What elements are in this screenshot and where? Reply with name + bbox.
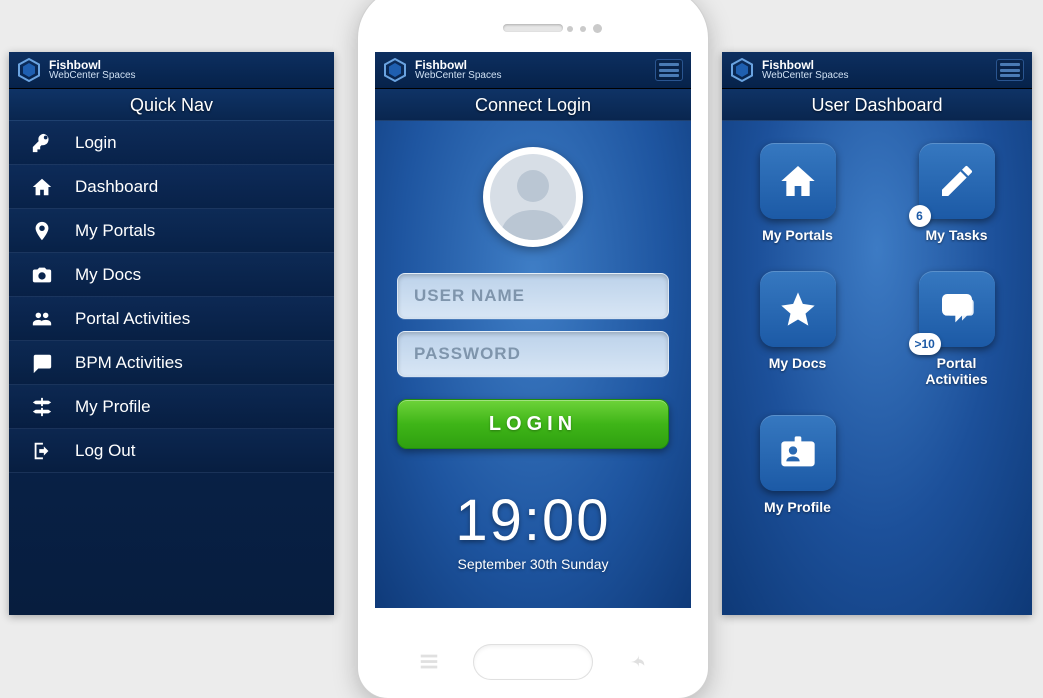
dash-tile-my-portals[interactable]: My Portals — [760, 143, 836, 243]
app-logo-icon — [383, 58, 407, 82]
comment-icon — [27, 352, 57, 374]
tile-label: My Profile — [764, 499, 831, 515]
home-icon — [27, 176, 57, 198]
phone-sensor-icon — [567, 26, 573, 32]
dash-tile-portal-activities[interactable]: >10Portal Activities — [907, 271, 1007, 387]
quick-nav-header: Quick Nav — [9, 89, 334, 121]
logout-icon — [27, 440, 57, 462]
tile — [760, 415, 836, 491]
badge: 6 — [909, 205, 931, 227]
nav-item-log-out[interactable]: Log Out — [9, 429, 334, 473]
appbar: Fishbowl WebCenter Spaces — [375, 52, 691, 89]
password-input[interactable] — [397, 331, 669, 377]
dashboard-panel: Fishbowl WebCenter Spaces User Dashboard… — [722, 52, 1032, 615]
tile-label: My Portals — [762, 227, 833, 243]
phone-camera-icon — [593, 24, 602, 33]
star-icon — [778, 289, 818, 329]
clock-time: 19:00 — [455, 487, 610, 554]
quick-nav-panel: Fishbowl WebCenter Spaces Quick Nav Logi… — [9, 52, 334, 615]
dash-tile-my-tasks[interactable]: 6 My Tasks — [919, 143, 995, 243]
quick-nav-list: Login Dashboard My Portals My Docs Portal Ac… — [9, 121, 334, 473]
nav-item-my-portals[interactable]: My Portals — [9, 209, 334, 253]
nav-item-label: My Profile — [75, 397, 151, 417]
nav-item-label: My Docs — [75, 265, 141, 285]
phone-menu-icon — [418, 651, 440, 673]
dash-tile-my-docs[interactable]: My Docs — [760, 271, 836, 387]
nav-item-bpm-activities[interactable]: BPM Activities — [9, 341, 334, 385]
badge: >10 — [909, 333, 941, 355]
app-subtitle: WebCenter Spaces — [415, 71, 502, 81]
app-logo-icon — [730, 58, 754, 82]
username-input[interactable] — [397, 273, 669, 319]
nav-item-login[interactable]: Login — [9, 121, 334, 165]
camera-icon — [27, 264, 57, 286]
menu-button[interactable] — [996, 59, 1024, 81]
nav-item-my-profile[interactable]: My Profile — [9, 385, 334, 429]
tile-label: Portal Activities — [907, 355, 1007, 387]
nav-item-label: Portal Activities — [75, 309, 190, 329]
app-logo-icon — [17, 58, 41, 82]
nav-item-label: My Portals — [75, 221, 155, 241]
pin-icon — [27, 220, 57, 242]
app-subtitle: WebCenter Spaces — [762, 71, 849, 81]
person-icon — [490, 154, 576, 240]
login-panel: Fishbowl WebCenter Spaces Connect Login … — [375, 52, 691, 608]
appbar: Fishbowl WebCenter Spaces — [9, 52, 334, 89]
chat-icon — [937, 289, 977, 329]
signpost-icon — [27, 396, 57, 418]
nav-item-portal-activities[interactable]: Portal Activities — [9, 297, 334, 341]
nav-item-label: Dashboard — [75, 177, 158, 197]
tile-label: My Docs — [769, 355, 827, 371]
tile-label: My Tasks — [926, 227, 988, 243]
tile — [760, 143, 836, 219]
phone-mockup: Fishbowl WebCenter Spaces Connect Login … — [358, 0, 708, 698]
group-icon — [27, 308, 57, 330]
avatar — [483, 147, 583, 247]
login-button[interactable]: LOGIN — [397, 399, 669, 449]
key-icon — [27, 132, 57, 154]
login-header: Connect Login — [375, 89, 691, 121]
home-icon — [778, 161, 818, 201]
phone-back-icon — [626, 651, 648, 673]
nav-item-label: Log Out — [75, 441, 136, 461]
menu-button[interactable] — [655, 59, 683, 81]
idcard-icon — [778, 433, 818, 473]
tile: 6 — [919, 143, 995, 219]
phone-speaker-icon — [503, 24, 563, 32]
nav-item-label: Login — [75, 133, 117, 153]
clock: 19:00 September 30th Sunday — [455, 487, 610, 572]
pencil-icon — [937, 161, 977, 201]
tile: >10 — [919, 271, 995, 347]
clock-date: September 30th Sunday — [455, 556, 610, 572]
dashboard-header: User Dashboard — [722, 89, 1032, 121]
nav-item-my-docs[interactable]: My Docs — [9, 253, 334, 297]
nav-item-dashboard[interactable]: Dashboard — [9, 165, 334, 209]
nav-item-label: BPM Activities — [75, 353, 183, 373]
appbar: Fishbowl WebCenter Spaces — [722, 52, 1032, 89]
dashboard-grid: My Portals6My TasksMy Docs>10Portal Acti… — [722, 121, 1032, 515]
dash-tile-my-profile[interactable]: My Profile — [760, 415, 836, 515]
phone-sensor-icon — [580, 26, 586, 32]
app-subtitle: WebCenter Spaces — [49, 71, 136, 81]
tile — [760, 271, 836, 347]
